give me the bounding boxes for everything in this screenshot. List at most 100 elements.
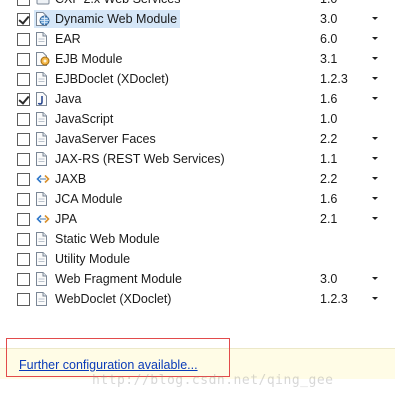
facet-checkbox[interactable] [17,293,30,306]
facet-name-cell[interactable]: JCA Module [34,190,125,208]
facet-version[interactable]: 2.1 [320,209,337,229]
facet-version[interactable]: 1.2.3 [320,69,348,89]
facet-checkbox[interactable] [17,193,30,206]
facet-row-dynamic-web-module[interactable]: Dynamic Web Module 3.0 [0,9,395,29]
version-dropdown-arrow-icon[interactable] [372,77,378,80]
facet-version[interactable]: 1.6 [320,89,337,109]
jpa-icon [36,212,50,226]
facet-row-jpa[interactable]: JPA 2.1 [0,209,395,229]
facet-row-webdoclet-xdoclet[interactable]: WebDoclet (XDoclet) 1.2.3 [0,289,395,309]
facet-row-jaxb[interactable]: JAXB 2.2 [0,169,395,189]
facet-version[interactable]: 1.2.3 [320,289,348,309]
facet-checkbox[interactable] [17,53,30,66]
facet-name: Java [55,92,82,106]
document-icon [36,232,47,246]
project-facets-panel: CXF 2.x Web Services1.0Dynamic Web Modul… [0,0,395,401]
facet-row-javaserver-faces[interactable]: JavaServer Faces 2.2 [0,129,395,149]
version-dropdown-arrow-icon[interactable] [372,137,378,140]
facet-name: JAX-RS (REST Web Services) [55,152,225,166]
facet-name-cell[interactable]: CXF 2.x Web Services [34,0,184,8]
version-dropdown-arrow-icon[interactable] [372,297,378,300]
facet-checkbox[interactable] [17,0,30,6]
version-dropdown-arrow-icon[interactable] [372,17,378,20]
document-icon [36,152,47,166]
facet-version[interactable]: 3.1 [320,49,337,69]
ejb-module-icon [36,52,50,66]
document-icon [36,32,47,46]
further-configuration-link[interactable]: Further configuration available... [19,358,198,372]
facet-version[interactable]: 2.2 [320,169,337,189]
facet-checkbox[interactable] [17,93,30,106]
facet-name-cell[interactable]: EAR [34,30,84,48]
web-module-icon [36,12,50,26]
facet-name-cell[interactable]: JavaScript [34,110,116,128]
document-icon [36,112,47,126]
document-icon [36,272,47,286]
version-dropdown-arrow-icon[interactable] [372,157,378,160]
checkmark-icon [18,93,30,105]
facet-name-cell[interactable]: JAXB [34,170,89,188]
facet-row-jca-module[interactable]: JCA Module 1.6 [0,189,395,209]
jaxb-icon [36,172,50,186]
facet-name-cell[interactable]: Utility Module [34,250,133,268]
version-dropdown-arrow-icon[interactable] [372,177,378,180]
facet-name: EJB Module [55,52,123,66]
document-icon [36,292,47,306]
facet-checkbox[interactable] [17,273,30,286]
facet-checkbox[interactable] [17,253,30,266]
facet-name-cell[interactable]: JPA [34,210,80,228]
facet-row-utility-module[interactable]: Utility Module [0,249,395,269]
facet-row-jax-rs-rest-web-services[interactable]: JAX-RS (REST Web Services) 1.1 [0,149,395,169]
facet-row-cxf-2-x-web-services[interactable]: CXF 2.x Web Services 1.0 [0,0,395,9]
facet-name-cell[interactable]: JavaServer Faces [34,130,159,148]
facet-row-ejb-module[interactable]: EJB Module 3.1 [0,49,395,69]
facet-name: JPA [55,212,77,226]
facet-row-ejbdoclet-xdoclet[interactable]: EJBDoclet (XDoclet) 1.2.3 [0,69,395,89]
facet-checkbox[interactable] [17,73,30,86]
facet-row-javascript[interactable]: JavaScript 1.0 [0,109,395,129]
facet-version[interactable]: 1.0 [320,109,337,129]
facet-version[interactable]: 3.0 [320,269,337,289]
facet-version[interactable]: 2.2 [320,129,337,149]
version-dropdown-arrow-icon[interactable] [372,217,378,220]
facet-version[interactable]: 1.6 [320,189,337,209]
facet-name-cell[interactable]: EJBDoclet (XDoclet) [34,70,172,88]
facet-name-cell[interactable]: Static Web Module [34,230,163,248]
facet-name-cell[interactable]: EJB Module [34,50,125,68]
watermark: http://blog.csdn.net/qing_gee [92,373,334,388]
facet-checkbox[interactable] [17,233,30,246]
facet-name: CXF 2.x Web Services [55,0,181,6]
facet-version[interactable]: 3.0 [320,9,337,29]
facet-version[interactable]: 1.1 [320,149,337,169]
version-dropdown-arrow-icon[interactable] [372,277,378,280]
facet-name-cell[interactable]: Web Fragment Module [34,270,185,288]
facet-row-ear[interactable]: EAR 6.0 [0,29,395,49]
facet-checkbox[interactable] [17,13,30,26]
facet-checkbox[interactable] [17,133,30,146]
facet-name-cell[interactable]: Dynamic Web Module [34,10,181,28]
facet-name: JAXB [55,172,87,186]
version-dropdown-arrow-icon[interactable] [372,197,378,200]
document-icon [36,72,47,86]
document-icon [36,252,47,266]
facet-name-cell[interactable]: WebDoclet (XDoclet) [34,290,174,308]
facet-checkbox[interactable] [17,173,30,186]
facet-name-cell[interactable]: JAX-RS (REST Web Services) [34,150,228,168]
facet-version[interactable]: 1.0 [320,0,337,9]
facet-row-web-fragment-module[interactable]: Web Fragment Module 3.0 [0,269,395,289]
facet-name-cell[interactable]: Java [34,90,84,108]
version-dropdown-arrow-icon[interactable] [372,57,378,60]
facet-list: CXF 2.x Web Services1.0Dynamic Web Modul… [0,0,395,309]
facet-name: Utility Module [55,252,131,266]
facet-row-java[interactable]: Java 1.6 [0,89,395,109]
facet-checkbox[interactable] [17,113,30,126]
facet-checkbox[interactable] [17,213,30,226]
facet-row-static-web-module[interactable]: Static Web Module [0,229,395,249]
facet-name: EAR [55,32,81,46]
facet-checkbox[interactable] [17,33,30,46]
facet-checkbox[interactable] [17,153,30,166]
version-dropdown-arrow-icon[interactable] [372,97,378,100]
facet-name: Static Web Module [55,232,160,246]
facet-version[interactable]: 6.0 [320,29,337,49]
version-dropdown-arrow-icon[interactable] [372,37,378,40]
